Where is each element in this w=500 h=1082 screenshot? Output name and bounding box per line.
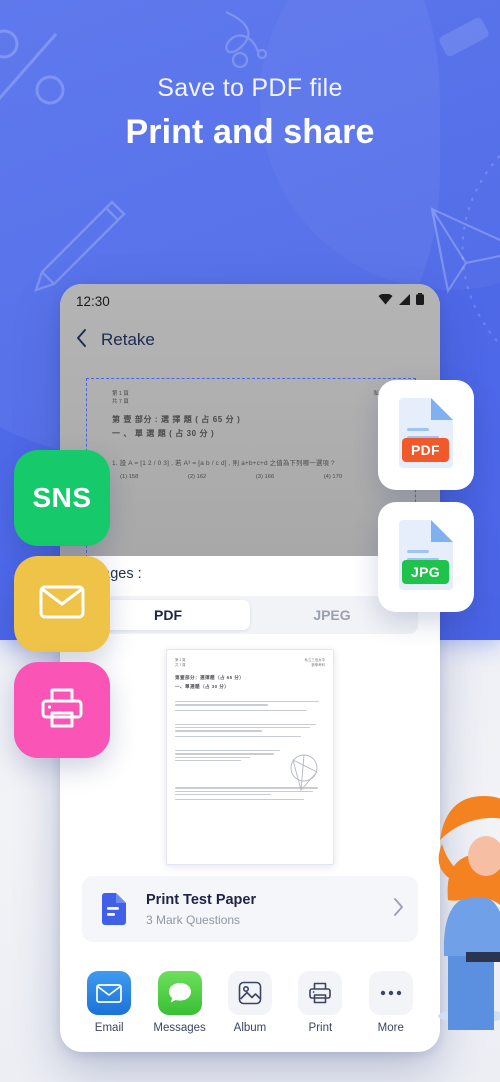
preview-circle-diagram: [290, 754, 318, 792]
share-item-email[interactable]: Email: [80, 971, 138, 1034]
floating-button-sns[interactable]: SNS: [14, 450, 110, 546]
scan-question: 1. 設 A = [1 2 / 0 3] , 若 A³ = [a b / c d…: [112, 460, 335, 467]
scan-option: (3) 166: [255, 474, 275, 480]
preview-title-2: 一、單選題（占 30 分）: [175, 684, 230, 689]
document-icon: [395, 518, 457, 597]
scan-option: (2) 162: [187, 474, 207, 480]
document-icon: [96, 891, 132, 927]
share-label: Email: [94, 1022, 124, 1034]
more-icon: [368, 971, 413, 1015]
document-icon: [395, 396, 457, 475]
share-label: Print: [308, 1022, 333, 1034]
messages-icon: [157, 971, 202, 1015]
scan-option: (4) 170: [323, 474, 343, 480]
print-test-paper-card[interactable]: Print Test Paper 3 Mark Questions: [82, 876, 418, 942]
share-item-more[interactable]: More: [362, 971, 420, 1034]
preview-meta-left: 第 1 頁共 7 頁: [175, 658, 186, 667]
scan-heading-2: 一 、 單 選 題 ( 占 30 分 ): [112, 429, 215, 438]
preview-meta-right: 私立三信女中 數學考科: [304, 658, 325, 667]
scan-selection-border: [86, 378, 416, 558]
preview-question-block: [175, 701, 325, 711]
scan-meta-left: 第 1 頁共 7 頁: [112, 391, 129, 405]
share-item-messages[interactable]: Messages: [151, 971, 209, 1034]
floating-card-jpg[interactable]: JPG: [378, 502, 474, 612]
mascot-illustration: [428, 740, 500, 1040]
share-label: More: [377, 1022, 404, 1034]
album-icon: [227, 971, 272, 1015]
pdf-badge: PDF: [402, 438, 449, 462]
floating-button-print[interactable]: [14, 662, 110, 758]
page-preview-content: 第 1 頁共 7 頁 私立三信女中 數學考科 第壹部分：選擇題（占 65 分） 一…: [175, 658, 325, 856]
page-preview-thumbnail[interactable]: 第 1 頁共 7 頁 私立三信女中 數學考科 第壹部分：選擇題（占 65 分） 一…: [166, 649, 334, 865]
headline-subtitle: Save to PDF file: [157, 74, 343, 102]
print-test-paper-title: Print Test Paper: [146, 891, 257, 908]
chevron-right-icon[interactable]: [393, 897, 404, 921]
preview-question-block: [175, 723, 325, 738]
headline-block: Save to PDF file Print and share: [0, 74, 500, 152]
scan-option: (1) 158: [120, 474, 139, 480]
floating-card-pdf[interactable]: PDF: [378, 380, 474, 490]
print-test-paper-subtitle: 3 Mark Questions: [146, 912, 241, 927]
format-tabs: PDF JPEG: [82, 596, 418, 634]
envelope-icon: [39, 585, 85, 624]
music-note-icon: [196, 4, 286, 84]
print-test-paper-text: Print Test Paper 3 Mark Questions: [146, 892, 393, 927]
status-bar: 12:30: [60, 284, 440, 318]
share-item-print[interactable]: Print: [291, 971, 349, 1034]
nav-bar: Retake: [60, 320, 440, 360]
share-row: Email Messages Album Print More: [60, 971, 440, 1034]
headline-title: Print and share: [125, 113, 375, 151]
status-bar-icons: [378, 292, 424, 310]
nav-title: Retake: [101, 330, 155, 349]
floating-button-mail[interactable]: [14, 556, 110, 652]
sns-label: SNS: [32, 482, 92, 513]
pencil-icon: [20, 196, 130, 296]
status-bar-time: 12:30: [76, 293, 110, 309]
share-label: Album: [233, 1022, 267, 1034]
scan-heading-1: 第 壹 部分 : 選 擇 題 ( 占 65 分 ): [112, 415, 241, 424]
wifi-icon: [378, 292, 393, 310]
share-label: Messages: [153, 1022, 206, 1034]
battery-icon: [416, 292, 424, 310]
printer-icon: [40, 687, 84, 734]
printer-icon: [298, 971, 343, 1015]
chevron-left-icon[interactable]: [76, 328, 87, 352]
share-item-album[interactable]: Album: [221, 971, 279, 1034]
preview-question-block: [175, 750, 325, 792]
jpg-badge: JPG: [402, 560, 449, 584]
scan-options: (1) 158 (2) 162 (3) 166 (4) 170 (5) 174: [120, 474, 410, 480]
tab-pdf[interactable]: PDF: [86, 600, 250, 630]
email-icon: [87, 971, 132, 1015]
preview-title-1: 第壹部分：選擇題（占 65 分）: [175, 675, 245, 680]
signal-icon: [398, 292, 411, 310]
